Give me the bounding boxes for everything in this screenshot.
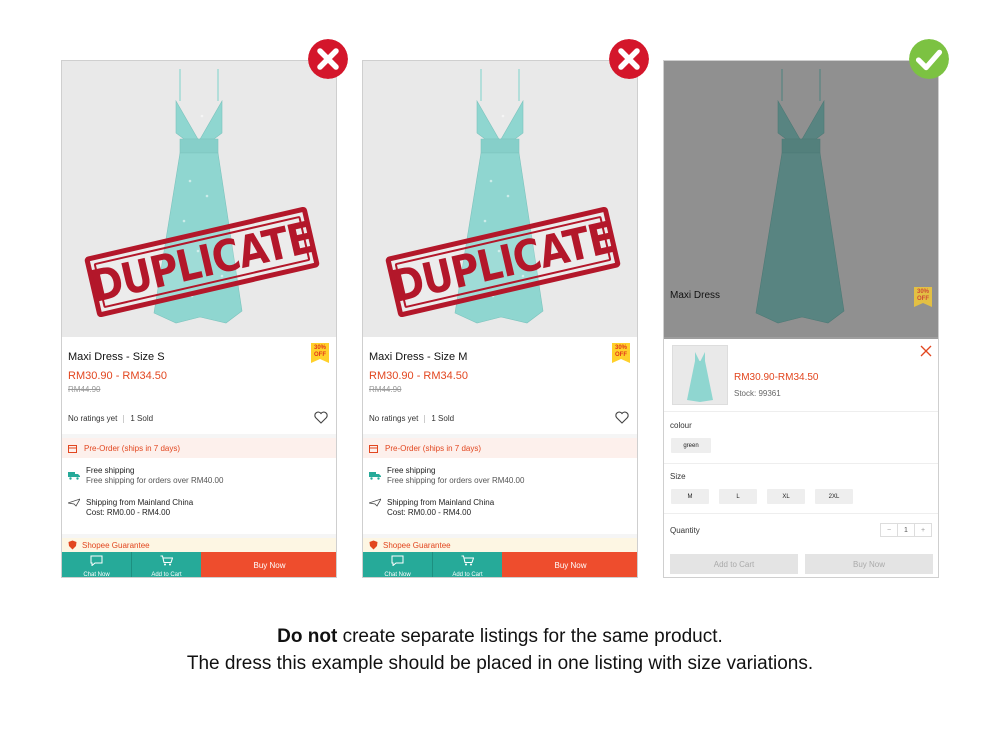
product-photo[interactable]: DUPLICATE: [62, 61, 336, 337]
product-price: RM30.90 - RM34.50: [369, 370, 469, 382]
chat-now-button[interactable]: Chat Now: [62, 552, 131, 578]
shield-icon: [369, 540, 378, 550]
cross-mark-icon: [609, 39, 649, 79]
discount-badge: 30% OFF: [612, 343, 630, 363]
cart-label: Add to Cart: [452, 572, 483, 578]
ratings-text: No ratings yet: [68, 414, 118, 423]
guarantee-row: Shopee Guarantee: [363, 534, 637, 552]
size-option-l[interactable]: L: [719, 489, 757, 504]
dress-thumbnail: [687, 352, 713, 402]
ratings-text: No ratings yet: [369, 414, 419, 423]
cart-icon: [461, 555, 474, 566]
guarantee-text: Shopee Guarantee: [383, 541, 451, 550]
product-title: Maxi Dress - Size S: [68, 351, 165, 363]
chat-icon: [90, 555, 103, 566]
free-shipping-sub: Free shipping for orders over RM40.00: [387, 476, 525, 485]
plane-icon: [369, 498, 381, 507]
shipping-from-info: Shipping from Mainland China Cost: RM0.0…: [387, 498, 494, 518]
discount-badge: 30% OFF: [311, 343, 329, 363]
shipping-cost: Cost: RM0.00 - RM4.00: [387, 508, 472, 517]
sold-count: 1 Sold: [130, 414, 154, 423]
duplicate-listing-size-m: DUPLICATE 30% OFF Maxi Dress - Size M RM…: [362, 60, 638, 578]
free-shipping-info: Free shipping Free shipping for orders o…: [86, 466, 223, 486]
heart-icon[interactable]: [615, 411, 629, 424]
quantity-plus-button[interactable]: +: [915, 524, 931, 536]
add-to-cart-button[interactable]: Add to Cart: [432, 552, 502, 578]
size-option-m[interactable]: M: [671, 489, 709, 504]
size-label: Size: [670, 472, 686, 481]
caption-line-1: Do not create separate listings for the …: [0, 626, 1000, 648]
stock-count: Stock: 99361: [734, 389, 781, 398]
product-title: Maxi Dress - Size M: [369, 351, 468, 363]
product-thumbnail: [672, 345, 728, 405]
original-price: RM44.90: [68, 385, 101, 394]
caption-emphasis: Do not: [277, 626, 338, 647]
chat-now-button[interactable]: Chat Now: [363, 552, 432, 578]
calendar-icon: [369, 445, 378, 453]
action-bar: Chat Now Add to Cart Buy Now: [62, 552, 336, 578]
free-shipping-label: Free shipping: [387, 466, 436, 475]
add-to-cart-button[interactable]: Add to Cart: [131, 552, 201, 578]
preorder-text: Pre-Order (ships in 7 days): [84, 444, 181, 453]
free-shipping-info: Free shipping Free shipping for orders o…: [387, 466, 524, 486]
caption-line-1-text: create separate listings for the same pr…: [337, 626, 723, 647]
free-shipping-label: Free shipping: [86, 466, 135, 475]
duplicate-listing-size-s: DUPLICATE 30% OFF Maxi Dress - Size S RM…: [61, 60, 337, 578]
quantity-input[interactable]: 1: [897, 524, 915, 536]
add-to-cart-button[interactable]: Add to Cart: [670, 554, 798, 574]
variation-price: RM30.90-RM34.50: [734, 372, 819, 383]
shipping-from-label: Shipping from Mainland China: [86, 498, 194, 507]
quantity-minus-button[interactable]: −: [881, 524, 897, 536]
product-price: RM30.90 - RM34.50: [68, 370, 168, 382]
preorder-row: Pre-Order (ships in 7 days): [363, 434, 637, 458]
ratings-row: No ratings yet 1 Sold: [369, 414, 454, 423]
buy-now-button[interactable]: Buy Now: [502, 552, 637, 577]
ratings-row: No ratings yet 1 Sold: [68, 414, 153, 423]
shield-icon: [68, 540, 77, 550]
chat-label: Chat Now: [83, 572, 110, 578]
guarantee-text: Shopee Guarantee: [82, 541, 150, 550]
calendar-icon: [68, 445, 77, 453]
shipping-from-label: Shipping from Mainland China: [387, 498, 495, 507]
buy-now-button[interactable]: Buy Now: [201, 552, 336, 577]
buy-now-button[interactable]: Buy Now: [805, 554, 933, 574]
truck-icon: [369, 472, 381, 480]
quantity-stepper: − 1 +: [880, 523, 932, 537]
colour-label: colour: [670, 421, 692, 430]
product-photo[interactable]: DUPLICATE: [363, 61, 637, 337]
free-shipping-sub: Free shipping for orders over RM40.00: [86, 476, 224, 485]
guarantee-row: Shopee Guarantee: [62, 534, 336, 552]
cart-label: Add to Cart: [151, 572, 182, 578]
shipping-cost: Cost: RM0.00 - RM4.00: [86, 508, 171, 517]
variation-sheet: RM30.90-RM34.50 Stock: 99361 colour gree…: [664, 339, 938, 577]
size-option-2xl[interactable]: 2XL: [815, 489, 853, 504]
cross-mark-icon: [308, 39, 348, 79]
preorder-text: Pre-Order (ships in 7 days): [385, 444, 482, 453]
action-bar: Chat Now Add to Cart Buy Now: [363, 552, 637, 578]
size-option-xl[interactable]: XL: [767, 489, 805, 504]
shipping-from-info: Shipping from Mainland China Cost: RM0.0…: [86, 498, 193, 518]
product-title: Maxi Dress: [670, 290, 721, 301]
cart-icon: [160, 555, 173, 566]
close-icon[interactable]: [920, 345, 932, 357]
chat-icon: [391, 555, 404, 566]
plane-icon: [68, 498, 80, 507]
check-mark-icon: [909, 39, 949, 79]
colour-option-green[interactable]: green: [671, 438, 711, 453]
heart-icon[interactable]: [314, 411, 328, 424]
preorder-row: Pre-Order (ships in 7 days): [62, 434, 336, 458]
truck-icon: [68, 472, 80, 480]
single-listing-with-variations: Maxi Dress 30% OFF RM30.90-RM34.50 Stock…: [663, 60, 939, 578]
sold-count: 1 Sold: [431, 414, 455, 423]
caption-line-2: The dress this example should be placed …: [186, 653, 814, 674]
original-price: RM44.90: [369, 385, 402, 394]
quantity-label: Quantity: [670, 526, 700, 535]
chat-label: Chat Now: [384, 572, 411, 578]
